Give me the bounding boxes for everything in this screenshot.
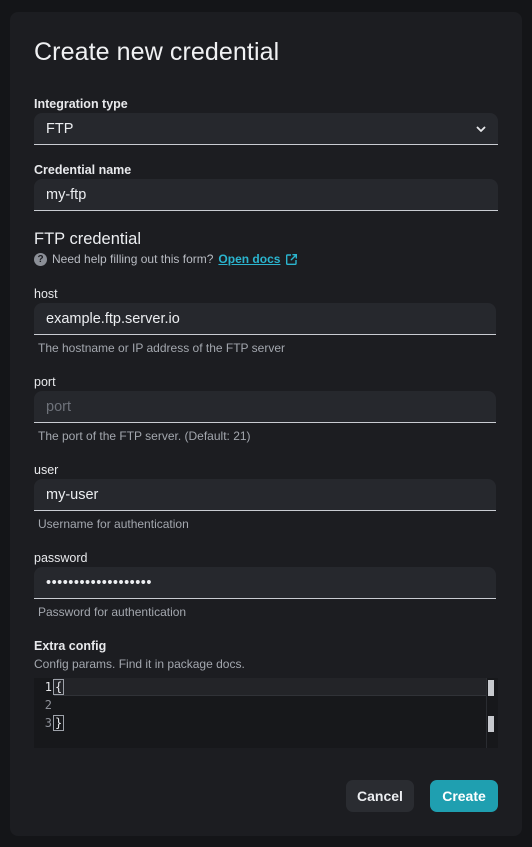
port-help: The port of the FTP server. (Default: 21… bbox=[38, 429, 251, 443]
host-help: The hostname or IP address of the FTP se… bbox=[38, 341, 286, 355]
port-placeholder: port bbox=[46, 398, 71, 415]
code-line: { bbox=[52, 678, 486, 696]
line-number: 1 bbox=[44, 680, 52, 694]
create-button[interactable]: Create bbox=[430, 780, 498, 812]
scrollbar-marker bbox=[488, 716, 494, 732]
integration-type-label: Integration type bbox=[34, 97, 128, 111]
open-docs-label: Open docs bbox=[218, 252, 281, 266]
password-input[interactable]: ••••••••••••••••••• bbox=[34, 567, 496, 599]
help-text: Need help filling out this form? bbox=[52, 252, 214, 266]
line-number: 2 bbox=[44, 698, 52, 712]
external-link-icon bbox=[286, 253, 298, 265]
password-label: password bbox=[34, 551, 88, 565]
password-value: ••••••••••••••••••• bbox=[46, 574, 152, 591]
credential-name-value: my-ftp bbox=[46, 186, 87, 203]
extra-config-label: Extra config bbox=[34, 639, 107, 653]
code-line: } bbox=[52, 714, 486, 732]
user-label: user bbox=[34, 463, 59, 477]
password-help: Password for authentication bbox=[38, 605, 187, 619]
editor-scrollbar[interactable] bbox=[486, 678, 494, 748]
scrollbar-marker bbox=[488, 680, 494, 696]
user-value: my-user bbox=[46, 486, 99, 503]
help-line: ? Need help filling out this form? Open … bbox=[34, 252, 298, 266]
integration-type-select[interactable]: FTP bbox=[34, 113, 498, 145]
close-brace: } bbox=[52, 715, 65, 731]
extra-config-editor[interactable]: 1 2 3 { } bbox=[34, 678, 498, 748]
host-label: host bbox=[34, 287, 58, 301]
chevron-down-icon bbox=[476, 126, 486, 132]
create-credential-dialog: Create new credential Integration type F… bbox=[10, 12, 522, 836]
integration-type-value: FTP bbox=[46, 120, 74, 137]
extra-config-description: Config params. Find it in package docs. bbox=[34, 657, 245, 671]
user-help: Username for authentication bbox=[38, 517, 189, 531]
port-input[interactable]: port bbox=[34, 391, 496, 423]
open-brace: { bbox=[52, 679, 65, 695]
port-label: port bbox=[34, 375, 56, 389]
line-number: 3 bbox=[44, 716, 52, 730]
open-docs-link[interactable]: Open docs bbox=[218, 252, 298, 266]
line-number-gutter: 1 2 3 bbox=[34, 678, 52, 748]
ftp-credential-heading: FTP credential bbox=[34, 230, 141, 248]
user-input[interactable]: my-user bbox=[34, 479, 496, 511]
credential-name-label: Credential name bbox=[34, 163, 132, 177]
credential-name-input[interactable]: my-ftp bbox=[34, 179, 498, 211]
dialog-title: Create new credential bbox=[34, 38, 280, 66]
host-value: example.ftp.server.io bbox=[46, 310, 180, 327]
cancel-button[interactable]: Cancel bbox=[346, 780, 414, 812]
code-area[interactable]: { } bbox=[52, 678, 486, 732]
host-input[interactable]: example.ftp.server.io bbox=[34, 303, 496, 335]
question-circle-icon: ? bbox=[34, 252, 47, 266]
